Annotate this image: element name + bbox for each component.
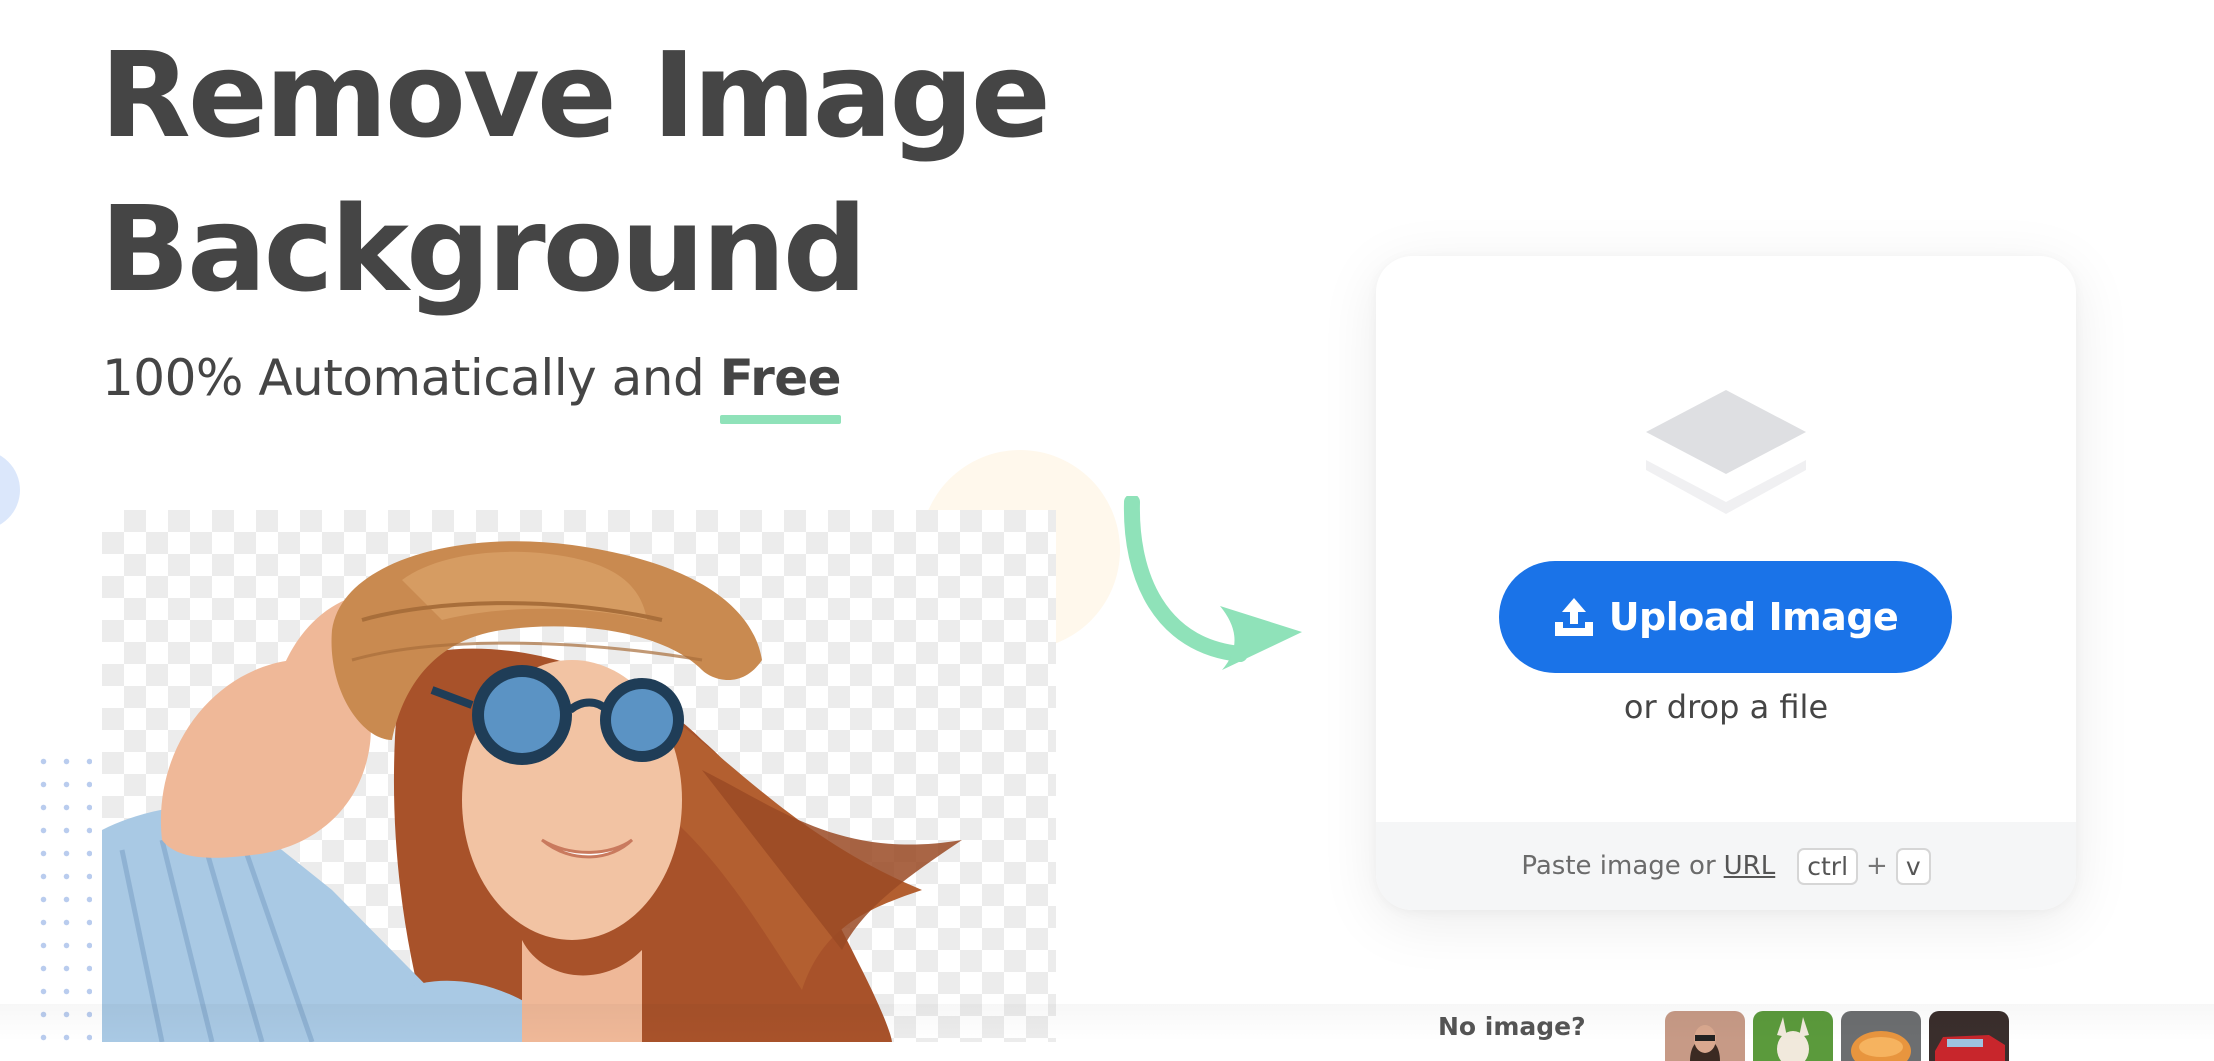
upload-panel[interactable]: Upload Image or drop a file Paste image … <box>1376 256 2076 910</box>
drop-file-text: or drop a file <box>1623 688 1829 726</box>
example-image-transparent-background <box>102 510 1056 1042</box>
sample-image-person[interactable] <box>1665 1011 1745 1061</box>
upload-image-button[interactable]: Upload Image <box>1499 561 1952 673</box>
sample-food-thumbnail <box>1841 1011 1921 1061</box>
curved-arrow-icon <box>1123 496 1302 670</box>
decorative-dot-grid <box>32 750 92 1042</box>
upload-icon <box>1554 598 1593 636</box>
sample-image-food[interactable] <box>1841 1011 1921 1061</box>
page-title-line-2: Background <box>100 180 867 318</box>
paste-url-link[interactable]: URL <box>1724 851 1776 881</box>
sample-animal-thumbnail <box>1753 1011 1833 1061</box>
decorative-circle-blue <box>0 450 20 530</box>
paste-image-bar: Paste image or URL ctrl + v <box>1376 822 2076 910</box>
layers-icon <box>1646 390 1806 514</box>
sample-person-thumbnail <box>1665 1011 1745 1061</box>
shortcut-key-ctrl: ctrl <box>1797 847 1859 885</box>
subtitle-free-emphasis: Free <box>719 342 842 424</box>
upload-button-label: Upload Image <box>1608 595 1899 639</box>
shortcut-key-v: v <box>1895 847 1931 885</box>
sample-images <box>1665 1011 2009 1061</box>
sample-car-thumbnail <box>1929 1011 2009 1061</box>
page-subtitle: 100% Automatically and Free <box>102 342 842 424</box>
sample-image-car[interactable] <box>1929 1011 2009 1061</box>
page-title-line-1: Remove Image <box>100 26 1051 164</box>
page-title: Remove Image Background <box>100 18 1051 326</box>
subtitle-text: 100% Automatically and <box>102 349 720 407</box>
sample-image-animal[interactable] <box>1753 1011 1833 1061</box>
shortcut-plus: + <box>1866 851 1888 881</box>
paste-prefix-text: Paste image or <box>1521 851 1716 881</box>
no-image-prompt: No image? <box>1438 1012 1586 1041</box>
example-woman-illustration <box>102 541 962 1042</box>
